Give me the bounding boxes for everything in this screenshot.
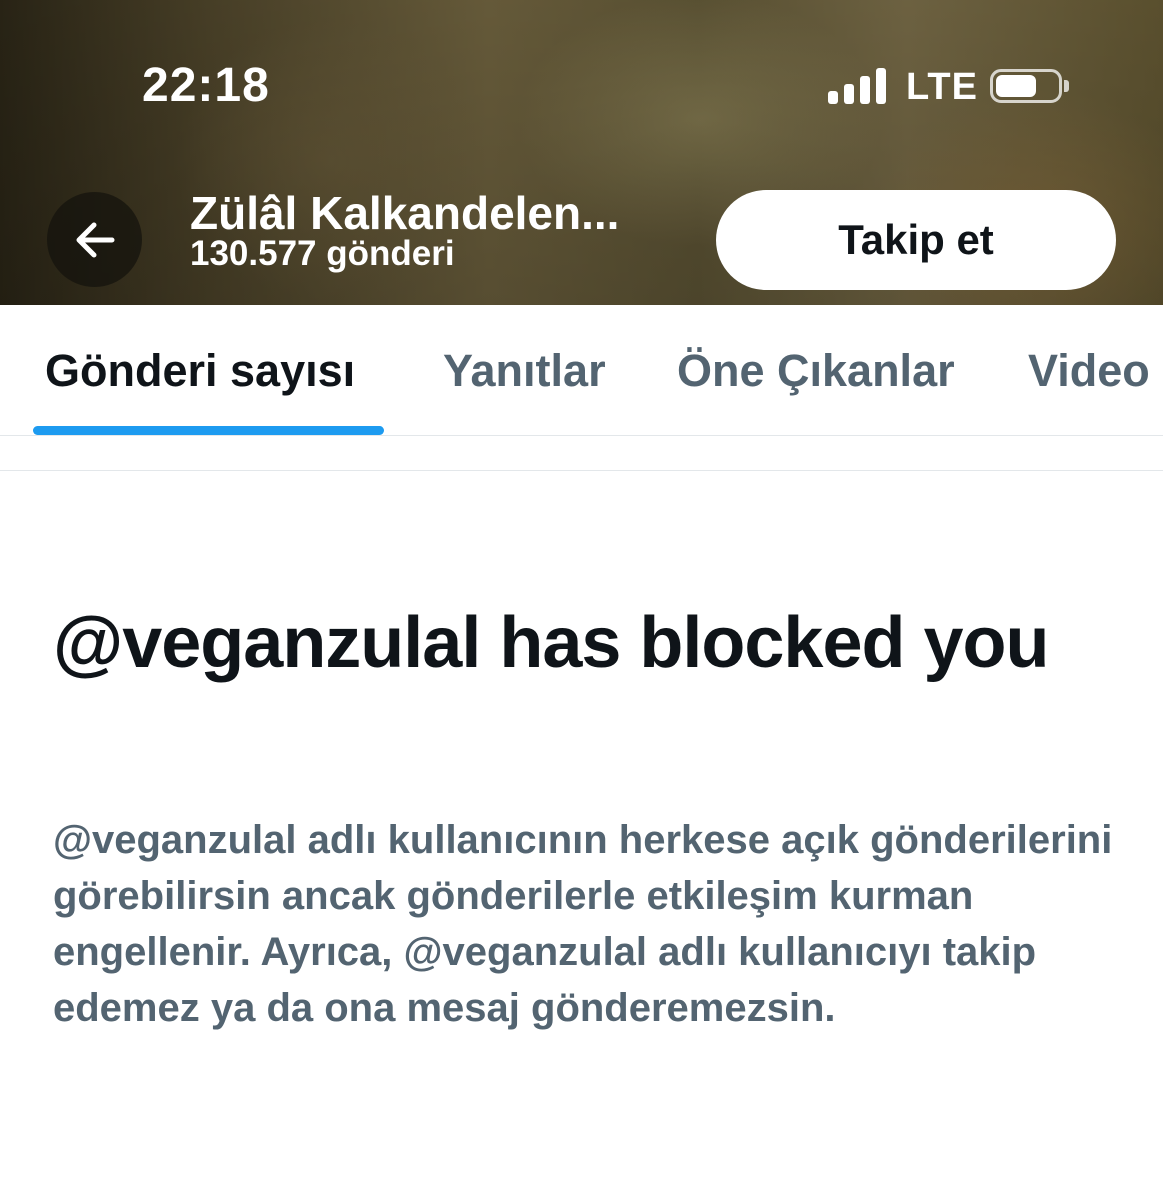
network-type-label: LTE: [906, 66, 978, 108]
active-tab-indicator: [33, 426, 384, 435]
tab-highlights[interactable]: Öne Çıkanlar: [677, 345, 955, 397]
follow-button[interactable]: Takip et: [716, 190, 1116, 290]
tab-video[interactable]: Video: [1028, 345, 1150, 397]
content-divider: [0, 470, 1163, 471]
blocked-title: @veganzulal has blocked you: [53, 603, 1049, 683]
post-count: 130.577 gönderi: [190, 234, 455, 273]
battery-icon: [990, 69, 1069, 105]
arrow-left-icon: [76, 222, 114, 257]
profile-name: Zülâl Kalkandelen...: [190, 187, 620, 239]
profile-tabs: Gönderi sayısı Yanıtlar Öne Çıkanlar Vid…: [0, 305, 1163, 435]
tab-replies[interactable]: Yanıtlar: [443, 345, 606, 397]
signal-bars-icon: [828, 68, 886, 104]
back-button[interactable]: [47, 192, 142, 287]
status-time: 22:18: [142, 59, 270, 112]
tabs-divider: [0, 435, 1163, 436]
profile-page: 22:18 LTE Zülâl Kalkandelen... 130.577 g…: [0, 0, 1163, 1200]
blocked-description: @veganzulal adlı kullanıcının herkese aç…: [53, 818, 1113, 1030]
tab-posts[interactable]: Gönderi sayısı: [45, 345, 355, 397]
